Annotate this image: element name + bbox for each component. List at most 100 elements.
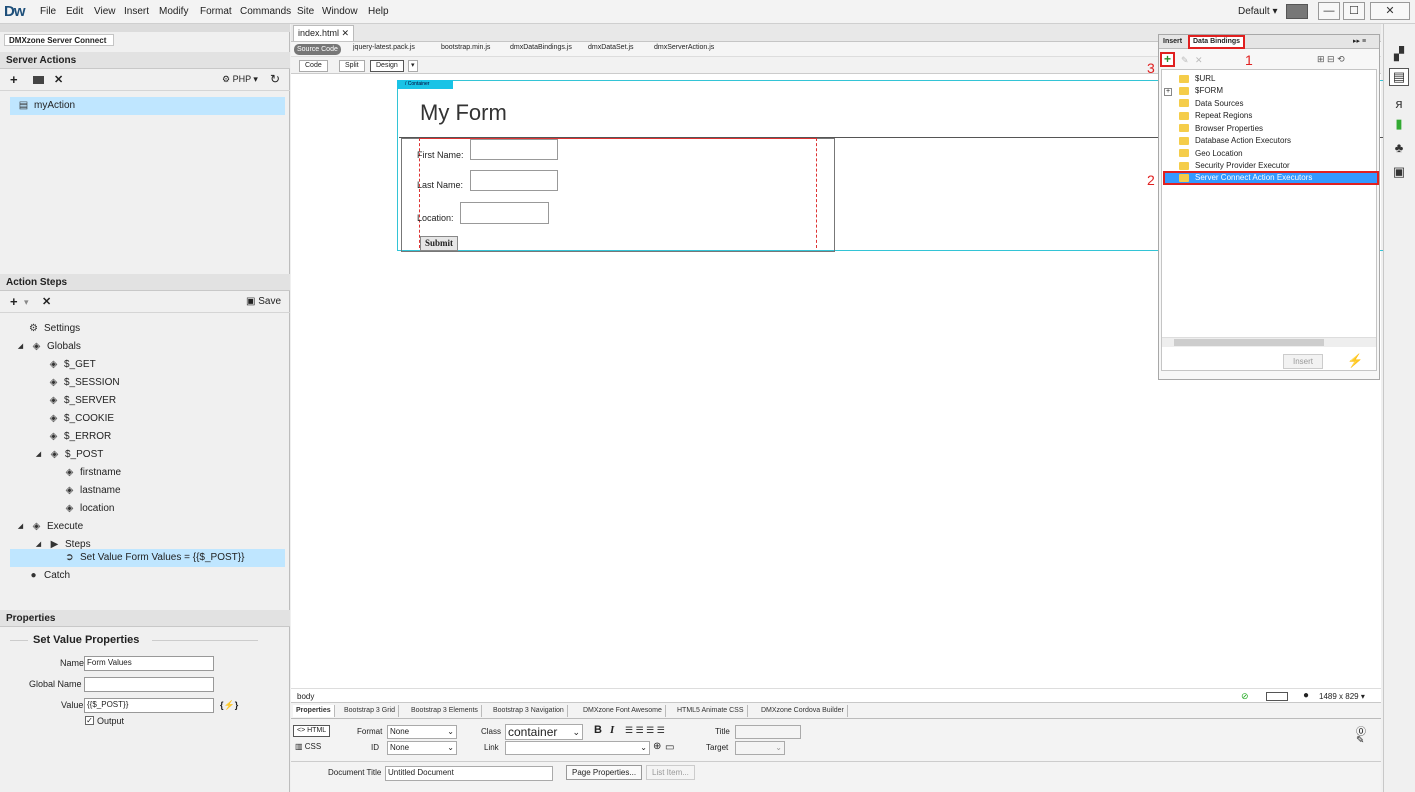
binding-repeat-regions[interactable]: Repeat Regions	[1179, 110, 1252, 122]
code-view-button[interactable]: Code	[299, 60, 328, 72]
expand-collapse-icons[interactable]: ⊞ ⊟ ⟲	[1317, 54, 1345, 65]
bindings-panel-icon[interactable]: ᴙ	[1389, 96, 1409, 114]
tree-firstname[interactable]: ◈ firstname	[64, 464, 121, 482]
menu-commands[interactable]: Commands	[240, 6, 291, 17]
tree-session[interactable]: ◈ $_SESSION	[48, 374, 120, 392]
list-format-icons[interactable]: ☰ ☰ ☰ ☰	[625, 725, 665, 736]
tab-data-bindings[interactable]: Data Bindings	[1188, 35, 1246, 49]
device-preview-icon[interactable]	[1266, 692, 1288, 701]
workspace-switcher[interactable]: Default ▾	[1238, 6, 1278, 17]
related-file[interactable]: dmxDataSet.js	[588, 44, 634, 51]
horizontal-scrollbar[interactable]	[1162, 337, 1376, 347]
format-select[interactable]: None ⌄	[387, 725, 457, 739]
class-select[interactable]: container ⌄	[505, 724, 583, 740]
menu-edit[interactable]: Edit	[66, 6, 83, 17]
menu-window[interactable]: Window	[322, 6, 358, 17]
related-file[interactable]: jquery-latest.pack.js	[353, 44, 415, 51]
tab-index-html[interactable]: index.html ✕	[293, 25, 355, 41]
remove-icon[interactable]: ✕	[1195, 55, 1203, 66]
design-view-button[interactable]: Design	[370, 60, 404, 72]
page-properties-button[interactable]: Page Properties...	[566, 765, 643, 780]
close-tab-icon[interactable]: ✕	[342, 28, 350, 38]
related-file[interactable]: dmxServerAction.js	[654, 44, 714, 51]
expand-icon[interactable]: ◢	[15, 341, 26, 352]
menu-help[interactable]: Help	[368, 6, 389, 17]
edit-icon[interactable]: ✎	[1181, 55, 1189, 66]
expand-icon[interactable]: +	[1164, 88, 1172, 96]
name-field[interactable]: Form Values	[84, 656, 214, 671]
add-step-icon[interactable]: +	[10, 294, 18, 309]
action-item-myaction[interactable]: ▤ myAction	[10, 97, 285, 115]
maximize-button[interactable]: ☐	[1343, 2, 1365, 20]
snippets-icon[interactable]: ▣	[1389, 164, 1409, 182]
tree-set-value[interactable]: ➲ Set Value Form Values = {{$_POST}}	[10, 549, 285, 567]
tree-lastname[interactable]: ◈ lastname	[64, 482, 121, 500]
scrollbar-thumb[interactable]	[1174, 339, 1324, 346]
dynamic-data-icon[interactable]: {⚡}	[220, 700, 238, 711]
italic-button[interactable]: I	[610, 724, 614, 736]
last-name-input[interactable]	[470, 170, 558, 191]
tab-animate-css[interactable]: HTML5 Animate CSS	[674, 705, 748, 717]
tab-insert[interactable]: Insert	[1163, 38, 1182, 45]
tree-globals[interactable]: ◢ ◈ Globals	[15, 338, 81, 356]
site-map-icon[interactable]: ♣	[1389, 140, 1409, 158]
tab-bs3-elements[interactable]: Bootstrap 3 Elements	[408, 705, 482, 717]
bold-button[interactable]: B	[594, 724, 602, 736]
tab-server-connect[interactable]: DMXzone Server Connect	[4, 34, 114, 46]
add-binding-icon[interactable]: +	[1160, 52, 1175, 67]
tab-cordova[interactable]: DMXzone Cordova Builder	[758, 705, 848, 717]
tab-properties[interactable]: Properties	[293, 705, 335, 717]
folder-icon[interactable]	[33, 76, 44, 84]
related-file[interactable]: bootstrap.min.js	[441, 44, 490, 51]
panel-grip[interactable]	[0, 24, 290, 32]
tab-bs3-grid[interactable]: Bootstrap 3 Grid	[341, 705, 399, 717]
binding-geo-location[interactable]: Geo Location	[1179, 148, 1243, 160]
css-mode-button[interactable]: ▥ CSS	[295, 742, 321, 751]
title-field[interactable]	[735, 725, 801, 739]
menu-format[interactable]: Format	[200, 6, 232, 17]
tree-cookie[interactable]: ◈ $_COOKIE	[48, 410, 114, 428]
binding-data-sources[interactable]: Data Sources	[1179, 98, 1243, 110]
refresh-icon[interactable]: ↻	[270, 72, 280, 86]
link-field[interactable]: ⌄	[505, 741, 650, 755]
submit-button[interactable]: Submit	[420, 236, 459, 251]
binding-browser-properties[interactable]: Browser Properties	[1179, 123, 1263, 135]
tab-font-awesome[interactable]: DMXzone Font Awesome	[580, 705, 666, 717]
container-tag[interactable]: / Container	[397, 80, 453, 89]
quick-tag-icon[interactable]: ✎	[1356, 735, 1364, 746]
split-view-button[interactable]: Split	[339, 60, 365, 72]
menu-file[interactable]: File	[40, 6, 56, 17]
sync-settings-icon[interactable]	[1286, 4, 1308, 19]
globe-icon[interactable]: ●	[1303, 690, 1309, 701]
databases-panel-icon[interactable]: ▤	[1389, 68, 1409, 86]
document-title-field[interactable]: Untitled Document	[385, 766, 553, 781]
tree-server[interactable]: ◈ $_SERVER	[48, 392, 116, 410]
tree-get[interactable]: ◈ $_GET	[48, 356, 96, 374]
expand-icon[interactable]: ◢	[33, 449, 44, 460]
point-to-file-icon[interactable]: ⊕	[653, 741, 661, 752]
insert-panel-icon[interactable]: ▞	[1389, 46, 1409, 64]
close-button[interactable]: ✕	[1370, 2, 1410, 20]
tree-location[interactable]: ◈ location	[64, 500, 115, 518]
location-input[interactable]	[460, 202, 549, 224]
tree-catch[interactable]: ● Catch	[28, 567, 70, 585]
delete-step-icon[interactable]: ✕	[42, 295, 51, 308]
delete-icon[interactable]: ✕	[54, 73, 63, 86]
add-icon[interactable]: +	[10, 72, 18, 87]
minimize-button[interactable]: —	[1318, 2, 1340, 20]
related-file[interactable]: dmxDataBindings.js	[510, 44, 572, 51]
tree-settings[interactable]: ⚙ Settings	[28, 320, 80, 338]
chevron-down-icon[interactable]: ▾	[24, 297, 29, 308]
output-checkbox[interactable]: ✓	[85, 716, 94, 725]
target-select[interactable]: ⌄	[735, 741, 785, 755]
window-size[interactable]: 1489 x 829 ▾	[1319, 692, 1365, 701]
insert-button[interactable]: Insert	[1283, 354, 1323, 369]
menu-insert[interactable]: Insert	[124, 6, 149, 17]
tree-error[interactable]: ◈ $_ERROR	[48, 428, 112, 446]
list-item-button[interactable]: List Item...	[646, 765, 695, 780]
binding-database-action-executors[interactable]: Database Action Executors	[1179, 135, 1291, 147]
binding-server-connect-action-executors[interactable]: Server Connect Action Executors	[1163, 171, 1379, 185]
runtime-selector[interactable]: ⚙ PHP ▾	[222, 74, 258, 85]
menu-site[interactable]: Site	[297, 6, 314, 17]
tree-execute[interactable]: ◢ ◈ Execute	[15, 518, 83, 536]
